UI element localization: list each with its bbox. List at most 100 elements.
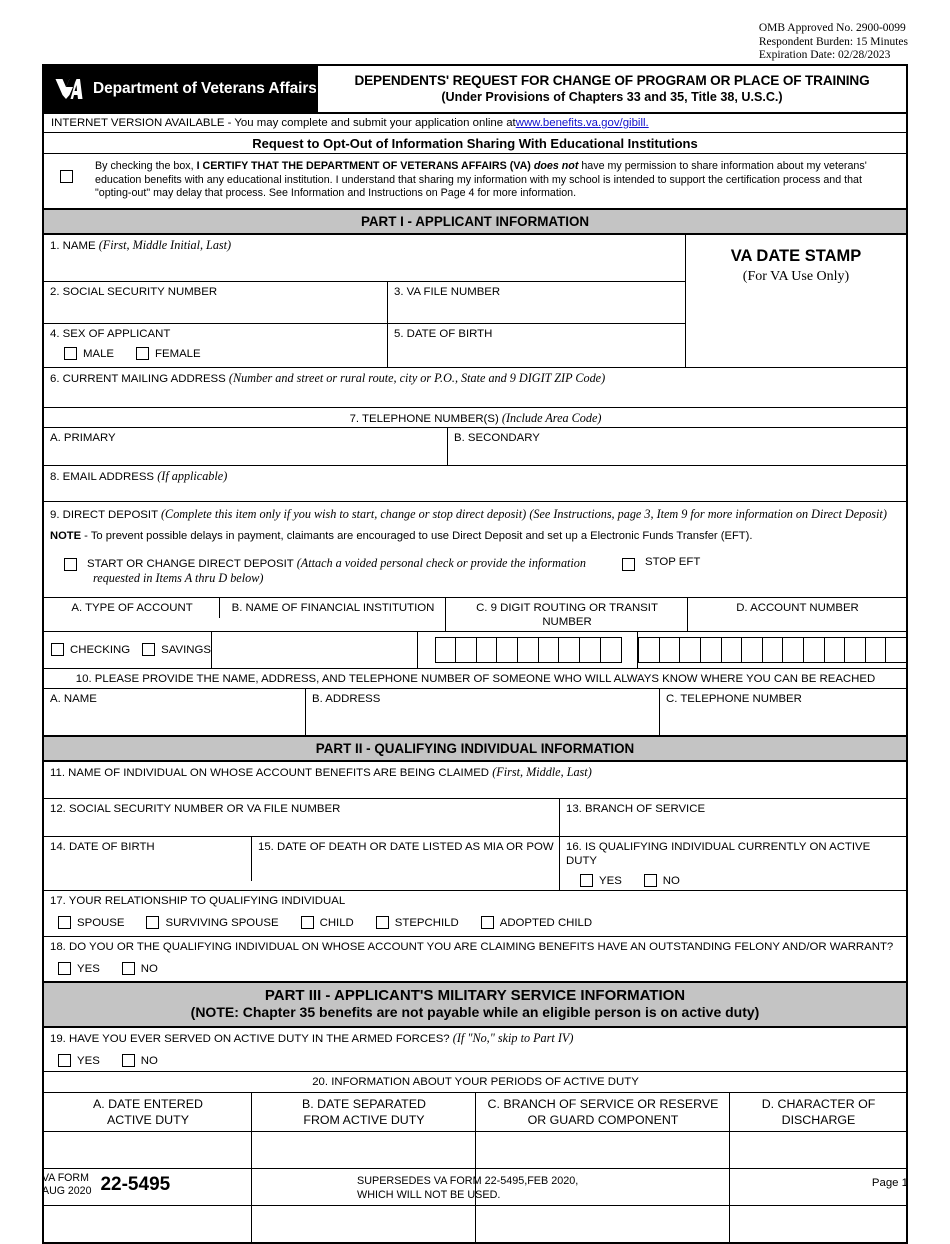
relationship-option[interactable]: CHILD [300,916,354,930]
qi-active-duty-no-checkbox[interactable] [643,874,657,888]
field-qi-dob[interactable]: 14. DATE OF BIRTH [44,836,252,881]
sex-option-female[interactable]: FEMALE [136,347,201,361]
gibill-link[interactable]: www.benefits.va.gov/gibill. [516,117,649,129]
comb-cell[interactable] [802,636,825,663]
comb-cell[interactable] [475,636,498,663]
comb-cell[interactable] [658,636,681,663]
felony-no-checkbox[interactable] [121,962,135,976]
field-date-of-death[interactable]: 15. DATE OF DEATH OR DATE LISTED AS MIA … [252,836,560,890]
comb-cell[interactable] [599,636,622,663]
comb-cell[interactable] [558,636,581,663]
comb-cell[interactable] [455,636,478,663]
comb-cell[interactable] [537,636,560,663]
comb-cell[interactable] [761,636,784,663]
savings-label: SAVINGS [161,643,211,656]
field-contact-phone[interactable]: C. TELEPHONE NUMBER [660,689,906,735]
duty-table-cell[interactable] [730,1206,906,1242]
comb-cell[interactable] [782,636,805,663]
field-account-number[interactable] [638,632,908,668]
field-phone-primary[interactable]: A. PRIMARY [44,427,448,465]
relationship-option[interactable]: SURVIVING SPOUSE [146,916,279,930]
sex-option-male[interactable]: MALE [64,347,114,361]
relationship-option[interactable]: STEPCHILD [375,916,459,930]
col-routing-number: C. 9 DIGIT ROUTING OR TRANSIT NUMBER [446,597,688,631]
relationship-checkbox[interactable] [375,916,389,930]
served-no[interactable]: NO [121,1054,158,1068]
direct-deposit-heading: 9. DIRECT DEPOSIT (Complete this item on… [50,506,900,523]
comb-cell[interactable] [699,636,722,663]
comb-cell[interactable] [638,636,661,663]
account-number-comb[interactable] [638,636,908,663]
served-yes-checkbox[interactable] [58,1054,71,1068]
account-inputs-row: CHECKING SAVINGS [44,630,908,668]
field-financial-institution[interactable] [212,631,418,668]
savings-checkbox[interactable] [142,643,156,657]
account-type-checking[interactable]: CHECKING [51,643,130,657]
relationship-checkbox[interactable] [146,916,160,930]
served-no-label: NO [140,1054,158,1067]
field-contact-address[interactable]: B. ADDRESS [306,688,660,735]
comb-cell[interactable] [741,636,764,663]
duty-table-cell[interactable] [476,1205,730,1242]
field-date-of-birth[interactable]: 5. DATE OF BIRTH [388,324,685,367]
field-relationship: 17. YOUR RELATIONSHIP TO QUALIFYING INDI… [44,889,906,936]
comb-cell[interactable] [844,636,867,663]
field-ssn[interactable]: 2. SOCIAL SECURITY NUMBER [44,281,388,323]
comb-cell[interactable] [885,636,908,663]
field-email-address[interactable]: 8. EMAIL ADDRESS (If applicable) [44,464,906,501]
footer-va-form-label: VA FORM AUG 2020 [42,1172,91,1197]
omb-approved-number: OMB Approved No. 2900-0099 [758,22,906,34]
relationship-option[interactable]: SPOUSE [58,916,124,930]
qi-active-duty-yes-checkbox[interactable] [580,874,593,888]
qi-active-duty-no[interactable]: NO [643,874,680,888]
duty-table-cell[interactable] [44,1131,252,1168]
relationship-checkbox[interactable] [300,916,314,930]
duty-table-cell[interactable] [252,1205,476,1242]
sex-male-checkbox[interactable] [64,347,77,361]
felony-no[interactable]: NO [121,962,158,976]
comb-cell[interactable] [434,636,457,663]
felony-yes-checkbox[interactable] [58,962,71,976]
field-name[interactable]: 1. NAME (First, Middle Initial, Last) [44,235,685,281]
field-mailing-address[interactable]: 6. CURRENT MAILING ADDRESS (Number and s… [44,366,906,407]
comb-cell[interactable] [496,636,519,663]
comb-cell[interactable] [864,636,887,663]
comb-cell[interactable] [679,636,702,663]
form-footer: VA FORM AUG 2020 22-5495 SUPERSEDES VA F… [42,1172,908,1201]
duty-table-cell[interactable] [252,1131,476,1168]
felony-yes[interactable]: YES [58,962,100,976]
served-no-checkbox[interactable] [121,1054,135,1068]
account-type-savings[interactable]: SAVINGS [142,643,211,657]
field-routing-number[interactable] [418,631,639,668]
optout-checkbox[interactable] [60,170,73,183]
direct-deposit-hint2: (See Instructions, page 3, Item 9 for mo… [529,506,887,521]
expiration-date: Expiration Date: 02/28/2023 [758,49,891,61]
footer-va-form-line2: AUG 2020 [42,1184,92,1197]
relationship-checkbox[interactable] [58,916,71,930]
comb-cell[interactable] [823,636,846,663]
start-change-direct-deposit-checkbox[interactable] [64,557,77,571]
field-contact-address-label: B. ADDRESS [312,692,381,705]
field-phone-secondary[interactable]: B. SECONDARY [448,428,906,465]
relationship-option[interactable]: ADOPTED CHILD [480,916,592,930]
duty-table-cell[interactable] [730,1132,906,1168]
field-va-file-number[interactable]: 3. VA FILE NUMBER [388,282,685,323]
stop-eft-checkbox[interactable] [622,557,635,571]
field-qualifying-individual-name[interactable]: 11. NAME OF INDIVIDUAL ON WHOSE ACCOUNT … [44,759,906,798]
comb-cell[interactable] [578,636,601,663]
field-mailing-address-label: 6. CURRENT MAILING ADDRESS [50,372,226,385]
sex-female-checkbox[interactable] [136,347,150,361]
duty-table-cell[interactable] [476,1131,730,1168]
field-contact-name[interactable]: A. NAME [44,688,306,735]
qi-active-duty-yes[interactable]: YES [580,874,622,888]
comb-cell[interactable] [720,636,743,663]
optout-heading: Request to Opt-Out of Information Sharin… [44,132,906,153]
field-branch-of-service[interactable]: 13. BRANCH OF SERVICE [560,799,906,836]
comb-cell[interactable] [517,636,540,663]
relationship-checkbox[interactable] [480,916,494,930]
routing-number-comb[interactable] [434,636,622,663]
checking-checkbox[interactable] [51,643,64,657]
served-yes[interactable]: YES [58,1054,100,1068]
duty-table-cell[interactable] [44,1205,252,1242]
field-qi-ssn[interactable]: 12. SOCIAL SECURITY NUMBER OR VA FILE NU… [44,798,560,836]
